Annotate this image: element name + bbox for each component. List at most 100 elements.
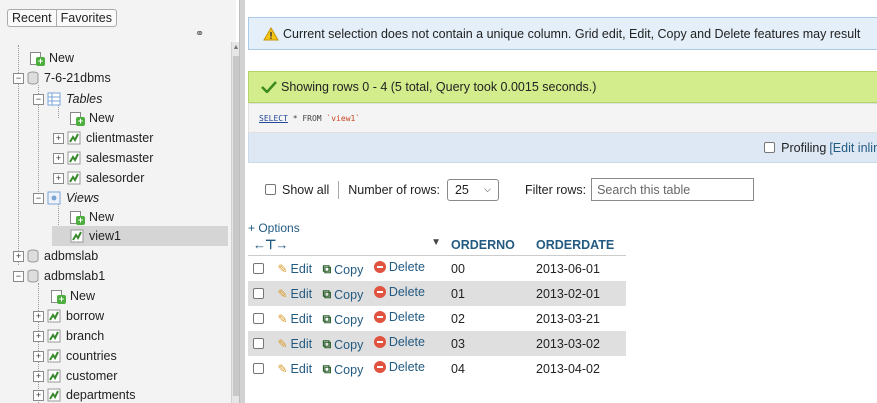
edit-link[interactable]: ✎ Edit [277, 262, 312, 276]
profiling-label: Profiling [781, 140, 827, 155]
tab-favorites[interactable]: Favorites [55, 9, 118, 27]
cell-orderdate[interactable]: 2013-03-21 [531, 306, 626, 331]
profiling-checkbox[interactable] [764, 142, 776, 153]
new-icon: + [51, 289, 66, 304]
tree-item-views[interactable]: − Views [33, 188, 99, 208]
cell-orderno[interactable]: 02 [446, 306, 531, 331]
tree-item-adbmslab[interactable]: + adbmslab [13, 246, 98, 266]
expand-icon[interactable]: + [33, 389, 44, 401]
results-table: ←⊤→ ▼ ORDERNO ORDERDATE ✎ Edit ⧉ Copy Dele… [248, 234, 626, 381]
row-checkbox[interactable] [253, 288, 264, 299]
cell-orderno[interactable]: 04 [446, 356, 531, 381]
tree-item-countries[interactable]: + countries [33, 346, 117, 366]
cell-orderdate[interactable]: 2013-06-01 [531, 255, 626, 281]
tree-item-tables[interactable]: − Tables [33, 89, 102, 109]
show-all-label[interactable]: Show all [282, 183, 329, 197]
tree-item-new[interactable]: + New [51, 286, 95, 306]
copy-link[interactable]: ⧉ Copy [323, 287, 364, 302]
row-checkbox[interactable] [253, 263, 264, 274]
tree-item-salesmaster[interactable]: + salesmaster [53, 148, 153, 168]
sql-keyword[interactable]: SELECT [259, 114, 288, 123]
tree-item-new-table[interactable]: + New [70, 108, 114, 128]
table-body: ✎ Edit ⧉ Copy Delete 00 2013-06-01 ✎ Edit ⧉… [248, 255, 626, 381]
table-icon [47, 369, 61, 383]
column-header-orderno[interactable]: ORDERNO [446, 234, 531, 256]
collapse-icon[interactable]: − [33, 192, 44, 204]
tree-item-label: New [89, 210, 115, 224]
delete-link[interactable]: Delete [373, 285, 425, 299]
tree-item-borrow[interactable]: + borrow [33, 306, 104, 326]
expand-icon[interactable]: + [33, 310, 44, 322]
copy-link[interactable]: ⧉ Copy [323, 337, 364, 352]
pencil-icon: ✎ [277, 287, 288, 301]
collapse-icon[interactable]: − [13, 72, 24, 84]
expand-icon[interactable]: + [53, 152, 64, 164]
expand-icon[interactable]: + [53, 132, 64, 144]
copy-link[interactable]: ⧉ Copy [323, 362, 364, 377]
tree-item-customer[interactable]: + customer [33, 366, 117, 386]
delete-link[interactable]: Delete [373, 310, 425, 324]
tree-item-clientmaster[interactable]: + clientmaster [53, 128, 153, 148]
copy-link[interactable]: ⧉ Copy [323, 312, 364, 327]
expand-icon[interactable]: + [33, 350, 44, 362]
rows-per-page-select[interactable]: 25 ⌵ [446, 178, 499, 201]
profiling-checkbox-label[interactable]: Profiling [Edit inline [764, 141, 877, 155]
cell-orderdate[interactable]: 2013-03-02 [531, 331, 626, 356]
expand-icon[interactable]: + [13, 250, 24, 262]
expand-icon[interactable]: + [33, 370, 44, 382]
tree-item-new-view[interactable]: + New [70, 207, 114, 227]
delete-link[interactable]: Delete [373, 335, 425, 349]
new-icon: + [70, 111, 85, 126]
cell-orderno[interactable]: 03 [446, 331, 531, 356]
collapse-icon[interactable]: − [13, 270, 24, 282]
edit-link[interactable]: ✎ Edit [277, 312, 312, 326]
expand-icon[interactable]: + [33, 330, 44, 342]
collapse-icon[interactable]: − [33, 93, 44, 105]
copy-icon: ⧉ [322, 262, 332, 276]
rows-per-page-value: 25 [454, 182, 469, 197]
tree-item-branch[interactable]: + branch [33, 326, 104, 346]
column-resize-arrows-icon[interactable]: ←⊤→ [253, 237, 288, 252]
sort-dropdown-icon[interactable]: ▼ [431, 237, 441, 248]
delete-link[interactable]: Delete [373, 260, 425, 274]
tree-item-view1[interactable]: view1 [52, 226, 228, 246]
tree-item-label: borrow [66, 309, 105, 323]
tree-item-salesorder[interactable]: + salesorder [53, 168, 144, 188]
tree-item-7-6-21dbms[interactable]: − 7-6-21dbms [13, 68, 111, 88]
table-icon [67, 171, 81, 185]
delete-link[interactable]: Delete [373, 360, 425, 374]
delete-icon [373, 361, 386, 373]
delete-icon [373, 336, 386, 348]
database-icon [27, 269, 39, 283]
delete-icon [373, 311, 386, 323]
row-checkbox[interactable] [253, 338, 264, 349]
table-icon [67, 131, 81, 145]
filter-rows-input[interactable]: Search this table [591, 178, 755, 201]
row-checkbox[interactable] [253, 363, 264, 374]
edit-link[interactable]: ✎ Edit [277, 337, 312, 351]
warning-icon [263, 26, 279, 40]
tab-recent[interactable]: Recent [7, 9, 57, 27]
column-header-orderdate[interactable]: ORDERDATE [531, 234, 626, 256]
copy-link[interactable]: ⧉ Copy [323, 262, 364, 277]
edit-link[interactable]: ✎ Edit [277, 362, 312, 376]
cell-orderno[interactable]: 01 [446, 281, 531, 306]
row-checkbox[interactable] [253, 313, 264, 324]
tree-item-departments[interactable]: + departments [33, 385, 135, 403]
link-chain-icon[interactable]: ⚭ [195, 27, 204, 40]
cell-orderdate[interactable]: 2013-04-02 [531, 356, 626, 381]
pencil-icon: ✎ [277, 262, 288, 276]
cell-orderdate[interactable]: 2013-02-01 [531, 281, 626, 306]
edit-link[interactable]: ✎ Edit [277, 287, 312, 301]
sql-table-name: `view1` [326, 114, 361, 123]
tree-item-new[interactable]: + New [30, 48, 74, 68]
copy-icon: ⧉ [322, 362, 332, 376]
tree-item-adbmslab1[interactable]: − adbmslab1 [13, 266, 105, 286]
cell-orderno[interactable]: 00 [446, 255, 531, 281]
edit-inline-link[interactable]: [Edit inline [829, 141, 877, 155]
expand-icon[interactable]: + [53, 172, 64, 184]
show-all-checkbox[interactable] [265, 184, 276, 195]
table-row: ✎ Edit ⧉ Copy Delete 04 2013-04-02 [248, 356, 626, 381]
pencil-icon: ✎ [277, 337, 288, 351]
options-toggle-link[interactable]: + Options [248, 221, 300, 235]
